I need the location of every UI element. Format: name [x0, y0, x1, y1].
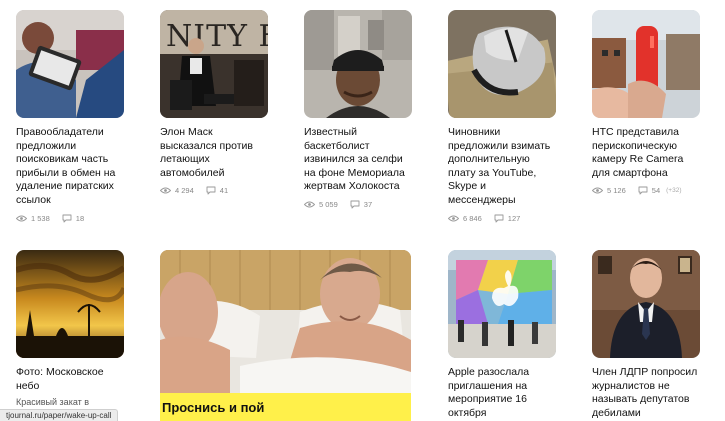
- article-title[interactable]: Apple разослала приглашения на мероприят…: [448, 366, 556, 420]
- views-count: 5 126: [607, 186, 626, 196]
- article-thumbnail[interactable]: [592, 10, 700, 118]
- article-card[interactable]: Член ЛДПР попросил журналистов не называ…: [592, 250, 700, 420]
- article-thumbnail[interactable]: [304, 10, 412, 118]
- views-stat: 5 059: [304, 200, 338, 209]
- article-card[interactable]: NITY FA Элон Маск высказался против лета…: [160, 10, 268, 195]
- eye-icon: [304, 201, 315, 208]
- comments-count: 41: [219, 186, 229, 196]
- views-stat: 1 538: [16, 214, 50, 223]
- article-thumbnail[interactable]: [16, 10, 124, 118]
- article-title[interactable]: Известный баскетболист извинился за селф…: [304, 126, 412, 194]
- article-stats: 5 059 37: [304, 200, 412, 209]
- eye-icon: [592, 187, 603, 194]
- comments-count: 18: [75, 213, 85, 223]
- article-stats: 4 294 41: [160, 186, 268, 195]
- views-count: 1 538: [31, 213, 50, 223]
- comments-count: 37: [363, 199, 373, 209]
- article-card[interactable]: HTC представила перископическую камеру R…: [592, 10, 700, 195]
- comments-count: 127: [507, 213, 521, 223]
- svg-text:NITY FA: NITY FA: [166, 19, 268, 54]
- comments-stat[interactable]: 18: [62, 214, 84, 223]
- featured-headline[interactable]: Проснись и пой: [162, 400, 264, 415]
- views-stat: 6 846: [448, 214, 482, 223]
- views-stat: 5 126: [592, 186, 626, 195]
- article-card[interactable]: Apple разослала приглашения на мероприят…: [448, 250, 556, 420]
- comment-icon: [62, 214, 72, 223]
- comments-new-count: (+32): [666, 187, 682, 195]
- article-title[interactable]: Чиновники предложили взимать дополнитель…: [448, 126, 556, 208]
- views-count: 6 846: [463, 213, 482, 223]
- featured-thumbnail[interactable]: [160, 250, 411, 393]
- article-title[interactable]: Член ЛДПР попросил журналистов не называ…: [592, 366, 700, 420]
- comment-icon: [494, 214, 504, 223]
- featured-article-card[interactable]: Проснись и пой: [160, 250, 411, 421]
- article-title[interactable]: Фото: Московское небо: [16, 366, 124, 393]
- article-title[interactable]: HTC представила перископическую камеру R…: [592, 126, 700, 180]
- article-thumbnail[interactable]: [16, 250, 124, 358]
- article-stats: 5 126 54 (+32): [592, 186, 700, 195]
- article-stats: 6 846 127: [448, 214, 556, 223]
- views-count: 4 294: [175, 186, 194, 196]
- article-stats: 1 538 18: [16, 214, 124, 223]
- comments-stat[interactable]: 54 (+32): [638, 186, 682, 196]
- comments-stat[interactable]: 37: [350, 200, 372, 209]
- article-title[interactable]: Правообладатели предложили поисковикам ч…: [16, 126, 124, 208]
- article-card[interactable]: Чиновники предложили взимать дополнитель…: [448, 10, 556, 223]
- article-thumbnail[interactable]: [448, 10, 556, 118]
- browser-status-url: tjournal.ru/paper/wake-up-call: [0, 409, 119, 421]
- comment-icon: [206, 186, 216, 195]
- comments-count: 54: [651, 186, 661, 196]
- eye-icon: [16, 215, 27, 222]
- article-card[interactable]: Правообладатели предложили поисковикам ч…: [16, 10, 124, 223]
- article-thumbnail[interactable]: [592, 250, 700, 358]
- eye-icon: [448, 215, 459, 222]
- comment-icon: [638, 186, 648, 195]
- comments-stat[interactable]: 127: [494, 213, 521, 223]
- article-title[interactable]: Элон Маск высказался против летающих авт…: [160, 126, 268, 180]
- article-thumbnail[interactable]: [448, 250, 556, 358]
- views-count: 5 059: [319, 199, 338, 209]
- article-card[interactable]: Фото: Московское небо Красивый закат в с…: [16, 250, 124, 421]
- views-stat: 4 294: [160, 186, 194, 195]
- comments-stat[interactable]: 41: [206, 186, 228, 195]
- article-card[interactable]: Известный баскетболист извинился за селф…: [304, 10, 412, 209]
- eye-icon: [160, 187, 171, 194]
- comment-icon: [350, 200, 360, 209]
- article-thumbnail[interactable]: NITY FA: [160, 10, 268, 118]
